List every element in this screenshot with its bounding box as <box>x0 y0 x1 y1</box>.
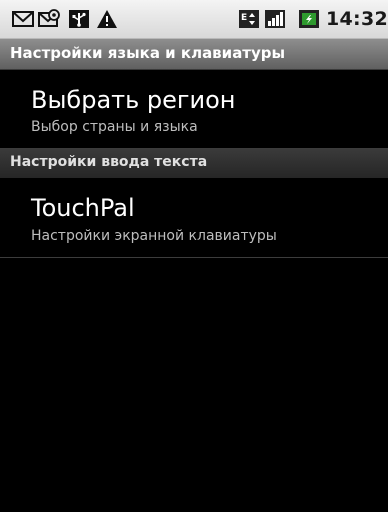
title-bar: Настройки языка и клавиатуры <box>0 39 388 70</box>
signal-strength-icon <box>265 10 285 28</box>
category-title: Настройки ввода текста <box>10 154 208 170</box>
warning-icon <box>97 10 117 28</box>
list-item-title: Выбрать регион <box>31 86 236 114</box>
status-bar: E 14:32 <box>0 0 388 39</box>
battery-icon <box>299 10 319 28</box>
data-transfer-icon: E <box>239 10 259 28</box>
category-header: Настройки ввода текста <box>0 149 388 178</box>
page-title: Настройки языка и клавиатуры <box>10 44 286 62</box>
settings-screen: E 14:32 Настройки языка и клавиатуры Выб… <box>0 0 388 512</box>
usb-icon <box>69 10 89 28</box>
list-item-select-region[interactable]: Выбрать регион Выбор страны и языка <box>0 70 388 149</box>
email-notification-icon <box>38 9 60 27</box>
list-item-title: TouchPal <box>31 194 135 222</box>
list-item-summary: Выбор страны и языка <box>31 119 198 135</box>
svg-text:E: E <box>241 13 247 23</box>
list-item-touchpal[interactable]: TouchPal Настройки экранной клавиатуры <box>0 179 388 258</box>
mail-icon <box>12 11 34 27</box>
list-item-summary: Настройки экранной клавиатуры <box>31 228 277 244</box>
status-bar-clock: 14:32 <box>326 8 388 30</box>
